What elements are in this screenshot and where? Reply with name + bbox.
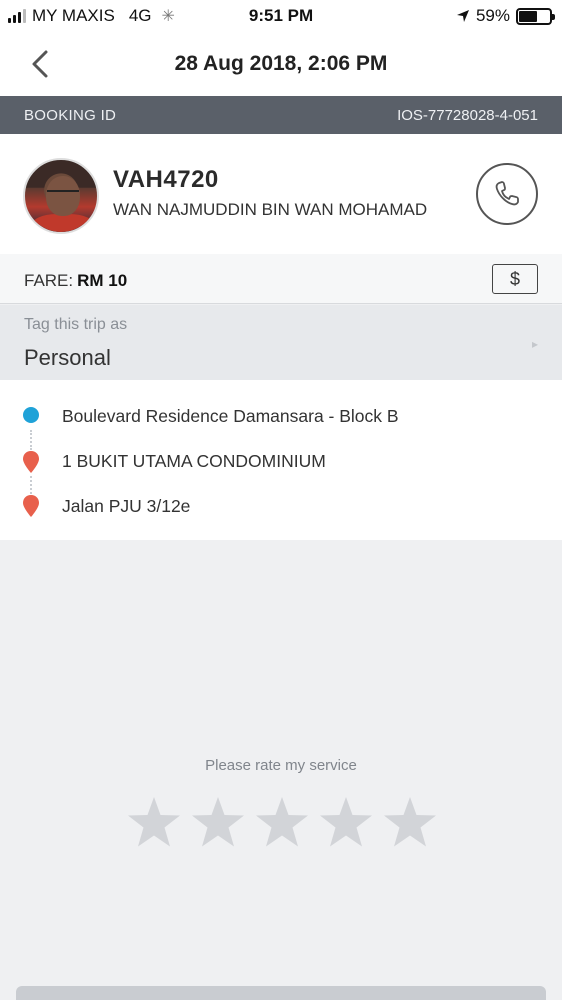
- booking-id-value: IOS-77728028-4-051: [397, 107, 538, 124]
- star-icon-5[interactable]: [382, 795, 438, 849]
- star-icon-2[interactable]: [190, 795, 246, 849]
- phone-icon: [495, 181, 519, 206]
- pickup-dot-icon: [23, 407, 39, 423]
- chevron-right-icon: ▸: [531, 337, 538, 351]
- tag-trip-value: Personal: [24, 345, 111, 370]
- route-stop-1: 1 BUKIT UTAMA CONDOMINIUM: [62, 451, 326, 471]
- fare-label: FARE: RM 10: [24, 271, 128, 290]
- battery-percent: 59%: [475, 6, 510, 25]
- star-icon-1[interactable]: [126, 795, 182, 849]
- dropoff-pin-icon: [22, 450, 40, 479]
- tag-trip-selector[interactable]: Tag this trip as Personal ▸: [0, 305, 562, 380]
- route-stop-2: Jalan PJU 3/12e: [62, 496, 191, 516]
- driver-name: WAN NAJMUDDIN BIN WAN MOHAMAD: [113, 200, 428, 219]
- page-title: 28 Aug 2018, 2:06 PM: [174, 52, 388, 75]
- nav-bar: 28 Aug 2018, 2:06 PM: [0, 34, 562, 96]
- route-stop-pickup: Boulevard Residence Damansara - Block B: [62, 406, 399, 426]
- booking-id-bar: BOOKING ID IOS-77728028-4-051: [0, 96, 562, 134]
- star-icon-3[interactable]: [254, 795, 310, 849]
- payment-method-button[interactable]: $: [492, 264, 538, 294]
- star-icon-4[interactable]: [318, 795, 374, 849]
- call-driver-button[interactable]: [476, 163, 538, 225]
- bottom-action-button[interactable]: [16, 986, 546, 1000]
- status-bar: MY MAXIS 4G ✳ 9:51 PM 59%: [0, 0, 562, 34]
- driver-card: VAH4720 WAN NAJMUDDIN BIN WAN MOHAMAD: [0, 134, 562, 254]
- rating-prompt: Please rate my service: [205, 757, 357, 774]
- route-connector: [30, 430, 32, 450]
- route-list: Boulevard Residence Damansara - Block B …: [0, 380, 562, 540]
- location-arrow-icon: [456, 10, 469, 22]
- star-rating: [126, 795, 438, 849]
- booking-id-label: BOOKING ID: [24, 107, 117, 124]
- tag-trip-hint: Tag this trip as: [24, 316, 128, 333]
- dropoff-pin-icon: [22, 494, 40, 523]
- fare-amount: RM 10: [77, 271, 128, 290]
- battery-icon: [516, 7, 555, 25]
- dollar-icon: $: [509, 268, 520, 289]
- vehicle-plate: VAH4720: [113, 166, 219, 193]
- driver-avatar: [23, 158, 99, 234]
- fare-row: FARE: RM 10 $: [0, 254, 562, 304]
